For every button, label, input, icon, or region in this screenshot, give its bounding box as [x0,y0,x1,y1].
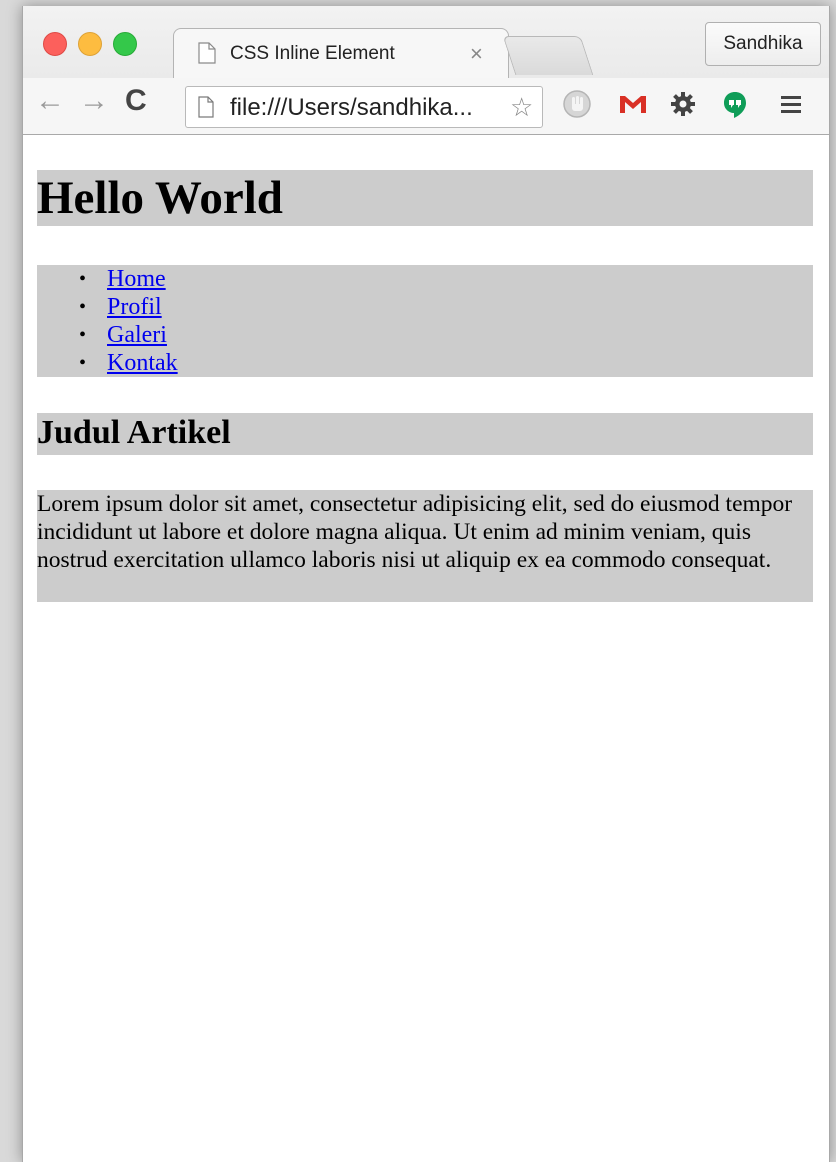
profile-button[interactable]: Sandhika [705,22,821,66]
article-body: Lorem ipsum dolor sit amet, consectetur … [37,490,813,602]
window-maximize-button[interactable] [113,32,137,56]
window-close-button[interactable] [43,32,67,56]
nav-item-profil: Profil [37,293,813,321]
reload-icon[interactable]: C [125,84,147,118]
page-icon [198,42,216,64]
back-icon[interactable]: ← [35,84,65,118]
bookmark-star-icon[interactable]: ☆ [510,92,533,123]
tab-strip: CSS Inline Element × Sandhika [23,6,829,79]
nav-link-galeri[interactable]: Galeri [107,322,167,348]
toolbar: ← → C file:///Users/sandhika... ☆ [23,78,829,134]
address-url: file:///Users/sandhika... [230,94,473,121]
browser-chrome: CSS Inline Element × Sandhika ← → C file… [23,6,829,135]
nav-item-kontak: Kontak [37,349,813,377]
gear-icon[interactable] [667,88,699,120]
page-icon [198,96,214,118]
address-bar[interactable]: file:///Users/sandhika... ☆ [185,86,543,128]
nav-item-home: Home [37,265,813,293]
menu-icon[interactable] [775,88,807,120]
forward-icon[interactable]: → [79,84,109,118]
nav-link-home[interactable]: Home [107,266,166,292]
browser-window: CSS Inline Element × Sandhika ← → C file… [22,6,830,1162]
nav-link-profil[interactable]: Profil [107,294,162,320]
nav-item-galeri: Galeri [37,321,813,349]
nav-list: Home Profil Galeri Kontak [37,265,813,377]
tab-close-icon[interactable]: × [470,41,483,67]
nav-link-kontak[interactable]: Kontak [107,350,178,376]
new-tab-button[interactable] [502,36,594,75]
tab-active[interactable]: CSS Inline Element × [173,28,509,79]
tab-title: CSS Inline Element [230,43,395,64]
page-heading: Hello World [37,170,813,226]
page-content: Hello World Home Profil Galeri Kontak Ju… [23,135,829,1162]
window-minimize-button[interactable] [78,32,102,56]
hangouts-icon[interactable] [719,88,751,120]
gmail-icon[interactable] [617,88,649,120]
article-title: Judul Artikel [37,413,813,455]
hand-icon[interactable] [561,88,593,120]
